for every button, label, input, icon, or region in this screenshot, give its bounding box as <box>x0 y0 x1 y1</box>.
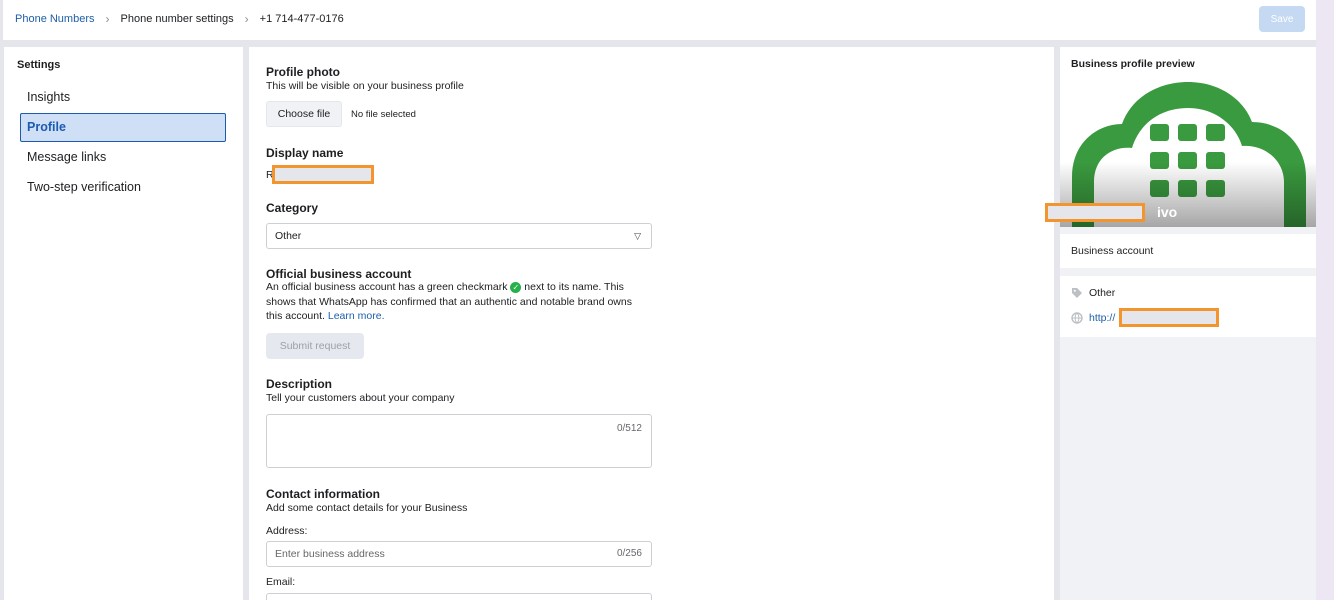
category-value: Other <box>275 230 302 242</box>
preview-category: Other <box>1089 287 1116 299</box>
display-name-heading: Display name <box>266 146 344 160</box>
breadcrumb-phone-number-settings[interactable]: Phone number settings <box>121 13 234 25</box>
description-textarea[interactable]: 0/512 <box>266 414 652 468</box>
contact-info-subtitle: Add some contact details for your Busine… <box>266 502 468 514</box>
tag-icon <box>1072 288 1082 298</box>
window-edge <box>1316 0 1334 600</box>
chevron-right-icon: › <box>105 12 110 26</box>
website-redaction <box>1119 308 1219 327</box>
sidebar-item-two-step-verification[interactable]: Two-step verification <box>20 173 226 202</box>
email-input[interactable] <box>266 593 652 600</box>
chevron-down-icon: ▽ <box>634 231 641 241</box>
file-status: No file selected <box>351 109 416 120</box>
business-profile-preview: Business profile preview ivo Business ac… <box>1045 47 1316 600</box>
sidebar-item-insights[interactable]: Insights <box>20 83 226 112</box>
address-label: Address: <box>266 525 308 537</box>
submit-request-button[interactable]: Submit request <box>266 333 364 359</box>
preview-info: Other http:// / <box>1060 276 1316 337</box>
contact-info-heading: Contact information <box>266 487 380 501</box>
choose-file-button[interactable]: Choose file <box>266 101 342 127</box>
account-type: Business account <box>1060 234 1316 268</box>
globe-icon <box>1071 312 1083 324</box>
preview-category-row: Other <box>1071 287 1115 299</box>
category-heading: Category <box>266 201 319 215</box>
official-account-description: An official business account has a green… <box>266 280 646 324</box>
address-counter: 0/256 <box>616 548 642 559</box>
save-button[interactable]: Save <box>1259 6 1305 32</box>
address-placeholder: Enter business address <box>275 548 385 560</box>
breadcrumb-phone-numbers[interactable]: Phone Numbers <box>15 13 95 25</box>
chevron-right-icon: › <box>244 12 249 26</box>
breadcrumb: Phone Numbers › Phone number settings › … <box>15 12 344 26</box>
description-subtitle: Tell your customers about your company <box>266 392 455 404</box>
green-checkmark-icon: ✓ <box>510 282 522 293</box>
preview-website-prefix[interactable]: http:// <box>1089 312 1115 324</box>
learn-more-link[interactable]: Learn more. <box>328 310 385 322</box>
profile-photo-heading: Profile photo <box>266 65 340 79</box>
description-heading: Description <box>266 377 333 391</box>
display-name-redaction <box>272 165 374 184</box>
sidebar-item-message-links[interactable]: Message links <box>20 143 226 172</box>
profile-photo-subtitle: This will be visible on your business pr… <box>266 80 464 92</box>
preview-name-redaction <box>1045 203 1145 222</box>
official-text-start: An official business account has a green… <box>266 281 508 293</box>
preview-business-name: ivo <box>1157 204 1178 220</box>
settings-sidebar: Settings Insights Profile Message links … <box>4 47 243 600</box>
address-input[interactable]: Enter business address 0/256 <box>266 541 652 567</box>
sidebar-item-profile[interactable]: Profile <box>20 113 226 142</box>
official-account-heading: Official business account <box>266 267 412 281</box>
category-select[interactable]: Other ▽ <box>266 223 652 249</box>
description-counter: 0/512 <box>616 423 642 434</box>
top-bar: Phone Numbers › Phone number settings › … <box>0 0 1334 40</box>
email-label: Email: <box>266 576 296 588</box>
preview-title: Business profile preview <box>1060 47 1316 82</box>
profile-form: Profile photo This will be visible on yo… <box>249 47 1054 600</box>
breadcrumb-current-number: +1 714-477-0176 <box>259 13 344 25</box>
sidebar-title: Settings <box>17 59 61 71</box>
